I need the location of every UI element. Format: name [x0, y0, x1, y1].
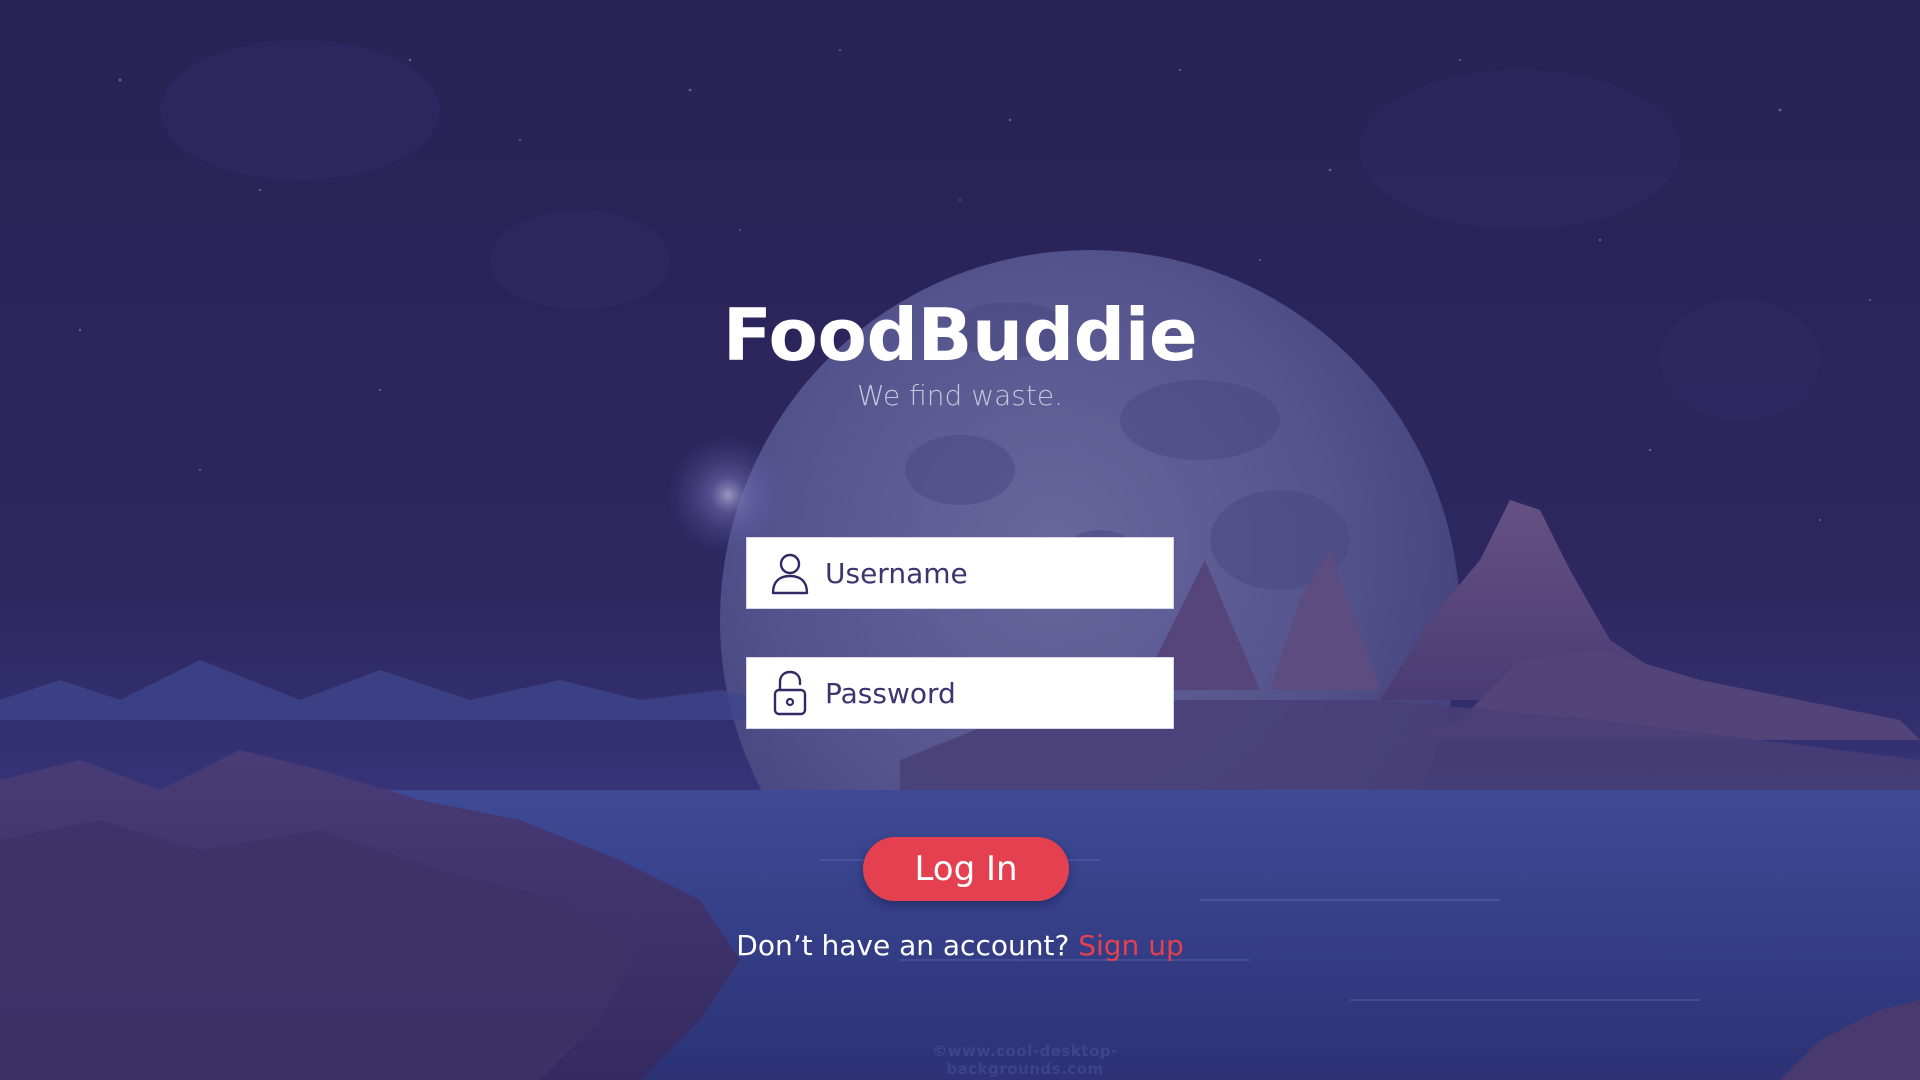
background-watermark: ©www.cool-desktop-backgrounds.com: [932, 1042, 1118, 1078]
app-tagline: We find waste.: [857, 379, 1063, 412]
user-icon: [769, 550, 811, 596]
password-field[interactable]: [746, 657, 1174, 729]
password-input[interactable]: [825, 663, 1155, 723]
username-field[interactable]: [746, 537, 1174, 609]
signup-link[interactable]: Sign up: [1078, 929, 1184, 962]
login-button[interactable]: Log In: [863, 837, 1069, 901]
signup-prompt: Don’t have an account?: [736, 929, 1070, 962]
app-title: FoodBuddie: [722, 293, 1198, 377]
username-input[interactable]: [825, 543, 1155, 603]
login-screen: ©www.cool-desktop-backgrounds.com FoodBu…: [0, 0, 1920, 1080]
signup-row: Don’t have an account? Sign up: [660, 928, 1260, 964]
lock-icon: [769, 670, 811, 716]
